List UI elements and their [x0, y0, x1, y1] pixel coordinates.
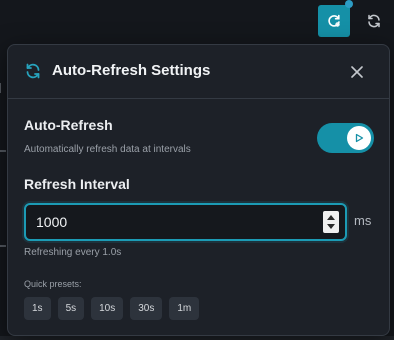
- refresh-interval-value: 1000: [36, 214, 68, 230]
- close-icon: [351, 66, 363, 78]
- panel-header: Auto-Refresh Settings: [8, 45, 389, 99]
- preset-button-1m[interactable]: 1m: [169, 297, 200, 320]
- background-fragment: [0, 83, 6, 93]
- preset-button-10s[interactable]: 10s: [91, 297, 124, 320]
- top-bar: [0, 0, 394, 44]
- decrement-arrow-icon[interactable]: [327, 224, 335, 229]
- auto-refresh-description: Automatically refresh data at intervals: [24, 144, 191, 155]
- refresh-settings-icon: [328, 14, 340, 27]
- active-indicator-dot: [345, 0, 353, 8]
- preset-button-30s[interactable]: 30s: [130, 297, 163, 320]
- toggle-knob: [347, 126, 371, 150]
- preset-button-1s[interactable]: 1s: [24, 297, 51, 320]
- background-fragment: [0, 336, 394, 340]
- panel-title: Auto-Refresh Settings: [52, 62, 211, 79]
- refresh-interval-input[interactable]: 1000: [24, 203, 347, 241]
- refresh-interval-hint: Refreshing every 1.0s: [24, 247, 122, 258]
- background-fragment: [0, 150, 6, 162]
- preset-button-5s[interactable]: 5s: [57, 297, 85, 320]
- close-button[interactable]: [346, 61, 368, 83]
- auto-refresh-title: Auto-Refresh: [24, 117, 113, 133]
- auto-refresh-settings-panel: Auto-Refresh Settings Auto-Refresh Autom…: [7, 44, 390, 336]
- play-icon: [355, 133, 364, 143]
- quick-presets-label: Quick presets:: [24, 279, 82, 289]
- increment-arrow-icon[interactable]: [327, 215, 335, 220]
- refresh-icon: [26, 63, 40, 79]
- number-spinner[interactable]: [323, 211, 339, 233]
- refresh-interval-title: Refresh Interval: [24, 176, 130, 192]
- auto-refresh-toggle[interactable]: [317, 123, 374, 153]
- auto-refresh-settings-button[interactable]: [318, 5, 350, 37]
- refresh-icon: [368, 14, 380, 28]
- refresh-button[interactable]: [362, 9, 386, 33]
- background-fragment: [0, 245, 6, 257]
- quick-presets: 1s 5s 10s 30s 1m: [24, 297, 200, 320]
- interval-unit: ms: [354, 213, 372, 228]
